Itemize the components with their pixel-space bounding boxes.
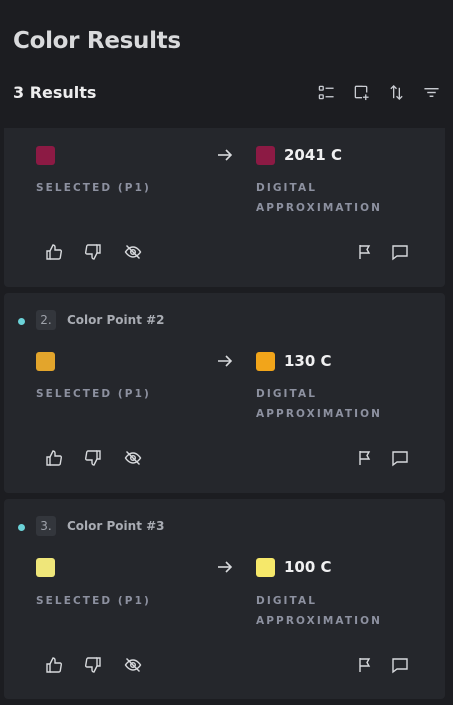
results-count: 3 Results — [13, 83, 97, 102]
arrow-right-icon — [218, 355, 233, 367]
selected-swatch[interactable] — [36, 558, 55, 577]
digital-label: DIGITAL — [256, 388, 318, 400]
approximation-label: APPROXIMATION — [256, 408, 382, 420]
list-view-icon[interactable] — [317, 83, 336, 102]
point-number: 3. — [36, 516, 56, 536]
color-point-card: 2. Color Point #2 130 C SELECTED (P1) DI… — [4, 293, 445, 493]
thumbs-down-icon[interactable] — [84, 656, 102, 674]
digital-label: DIGITAL — [256, 595, 318, 607]
selected-swatch[interactable] — [36, 146, 55, 165]
point-number: 2. — [36, 310, 56, 330]
comment-icon[interactable] — [391, 449, 409, 467]
thumbs-up-icon[interactable] — [45, 243, 63, 261]
approx-swatch[interactable] — [256, 558, 275, 577]
status-dot — [18, 524, 25, 531]
comment-icon[interactable] — [391, 656, 409, 674]
arrow-right-icon — [218, 561, 233, 573]
comment-icon[interactable] — [391, 243, 409, 261]
page-title: Color Results — [13, 28, 181, 54]
selected-label: SELECTED (P1) — [36, 182, 151, 194]
approx-code: 100 C — [284, 558, 332, 576]
sort-icon[interactable] — [387, 83, 406, 102]
filter-icon[interactable] — [422, 83, 441, 102]
approx-swatch[interactable] — [256, 146, 275, 165]
selected-label: SELECTED (P1) — [36, 388, 151, 400]
flag-icon[interactable] — [356, 449, 374, 467]
selected-swatch[interactable] — [36, 352, 55, 371]
toolbar — [317, 83, 441, 102]
approximation-label: APPROXIMATION — [256, 202, 382, 214]
flag-icon[interactable] — [356, 243, 374, 261]
results-header: Color Results 3 Results — [0, 0, 453, 128]
thumbs-down-icon[interactable] — [84, 449, 102, 467]
point-name: Color Point #2 — [67, 313, 165, 327]
eye-off-icon[interactable] — [124, 656, 142, 674]
selected-label: SELECTED (P1) — [36, 595, 151, 607]
eye-off-icon[interactable] — [124, 243, 142, 261]
flag-icon[interactable] — [356, 656, 374, 674]
approx-swatch[interactable] — [256, 352, 275, 371]
digital-label: DIGITAL — [256, 182, 318, 194]
status-dot — [18, 318, 25, 325]
thumbs-down-icon[interactable] — [84, 243, 102, 261]
thumbs-up-icon[interactable] — [45, 656, 63, 674]
color-point-card: 3. Color Point #3 100 C SELECTED (P1) DI… — [4, 499, 445, 699]
add-frame-icon[interactable] — [352, 83, 371, 102]
eye-off-icon[interactable] — [124, 449, 142, 467]
approx-code: 2041 C — [284, 146, 342, 164]
approx-code: 130 C — [284, 352, 332, 370]
point-name: Color Point #3 — [67, 519, 165, 533]
approximation-label: APPROXIMATION — [256, 615, 382, 627]
arrow-right-icon — [218, 149, 233, 161]
thumbs-up-icon[interactable] — [45, 449, 63, 467]
color-point-card: 2041 C SELECTED (P1) DIGITAL APPROXIMATI… — [4, 100, 445, 287]
